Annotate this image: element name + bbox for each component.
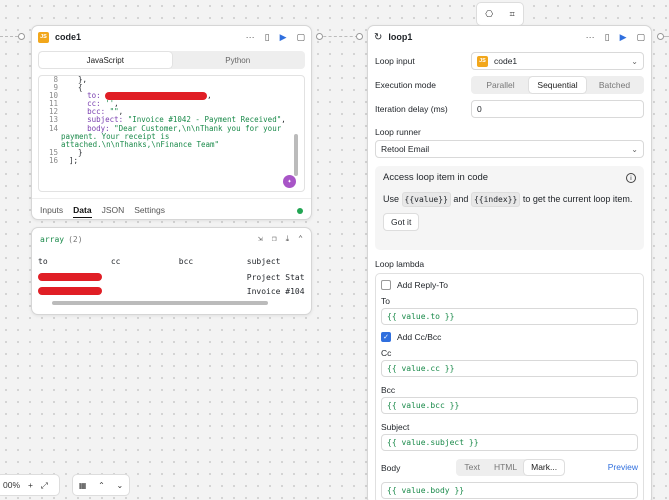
more-icon[interactable]: ··· [246,32,255,42]
tab-inputs[interactable]: Inputs [40,205,63,218]
redacted-email [105,92,208,101]
more-icon[interactable]: ··· [586,32,595,42]
add-cc-bcc-row: ✓ Add Cc/Bcc [381,329,638,345]
graph-icon[interactable]: ⎔ [485,9,493,20]
play-icon[interactable]: ▶ [280,32,287,43]
tab-javascript[interactable]: JavaScript [39,52,172,68]
editor-scrollbar[interactable] [294,134,298,176]
play-icon[interactable]: ▶ [620,32,627,43]
loop-lambda-label: Loop lambda [375,259,425,269]
iteration-delay-input[interactable]: 0 [471,100,644,118]
tab-json[interactable]: JSON [102,205,125,218]
preview-link[interactable]: Preview [608,462,638,472]
zoom-level[interactable]: 00% [3,480,20,490]
subject-field[interactable]: {{ value.subject }} [381,434,638,451]
loop-lambda-config: Add Reply-To To {{ value.to }} ✓ Add Cc/… [375,273,644,500]
table-header: to cc bcc subject [38,256,281,266]
redacted-email [38,273,102,281]
output-tabs: Inputs Data JSON Settings [32,198,311,218]
panel-icon[interactable]: ▯ [265,32,270,43]
code1-header: JS code1 ··· ▯ ▶ ▢ [32,26,311,48]
chevron-down-icon: ⌄ [631,144,638,154]
code-editor[interactable]: 8 9 10 11 12 13 14 15 16 }, { to: , cc: … [38,75,305,192]
redacted-email [38,287,102,295]
body-format-toggle: Text HTML Mark... [456,458,566,476]
code1-block[interactable]: JS code1 ··· ▯ ▶ ▢ JavaScript Python 8 9… [31,25,312,220]
javascript-icon: JS [38,31,49,43]
iteration-delay-row: Iteration delay (ms) 0 [375,98,644,120]
code-content: }, { to: , cc: '', bcc: "", subject: "In… [61,75,286,165]
mode-sequential[interactable]: Sequential [529,77,586,93]
format-markdown[interactable]: Mark... [524,459,565,475]
body-row: Body Text HTML Mark... Preview [381,458,638,476]
code1-output-handle[interactable] [316,33,323,40]
collapse-icon[interactable]: ▢ [636,32,645,43]
add-reply-to-checkbox[interactable] [381,280,391,290]
code1-input-handle[interactable] [18,33,25,40]
loop-input-row: Loop input JS code1 ⌄ [375,50,644,72]
got-it-button[interactable]: Got it [383,213,420,231]
assist-icon[interactable]: ✦ [283,175,296,188]
data-preview-panel: array (2) ⇲ ❐ ⤓ ⌃ to cc bcc subject Proj… [31,227,312,315]
download-icon[interactable]: ⤓ [286,234,290,244]
block-title[interactable]: code1 [55,32,81,42]
table-scrollbar[interactable] [52,301,268,305]
chevron-down-icon: ⌄ [631,56,638,66]
result-type: array [40,234,65,244]
result-table: to cc bcc subject Project Stat Invoice #… [32,254,311,298]
execution-mode-row: Execution mode Parallel Sequential Batch… [375,74,644,96]
chevron-up-icon[interactable]: ⌃ [98,481,105,490]
copy-icon[interactable]: ❐ [272,234,277,244]
tab-python[interactable]: Python [172,52,305,68]
loop1-block[interactable]: ↻ loop1 ··· ▯ ▶ ▢ Loop input JS code1 ⌄ … [367,25,652,500]
javascript-icon: JS [477,55,488,67]
loop-runner-label: Loop runner [375,127,421,137]
language-tabs: JavaScript Python [38,51,305,69]
expand-icon[interactable]: ⇲ [258,234,263,244]
format-html[interactable]: HTML [487,460,524,475]
block-title[interactable]: loop1 [388,32,412,42]
cc-field[interactable]: {{ value.cc }} [381,360,638,377]
mode-batched[interactable]: Batched [586,77,643,93]
bcc-field[interactable]: {{ value.bcc }} [381,397,638,414]
tab-data[interactable]: Data [73,205,92,218]
add-reply-to-row: Add Reply-To [381,277,638,293]
loop1-output-handle[interactable] [657,33,664,40]
collapse-icon[interactable]: ▢ [296,32,305,43]
info-icon[interactable]: i [626,173,636,183]
edge-left [0,36,18,37]
fit-icon[interactable]: ⤢ [41,480,48,491]
loop-input-select[interactable]: JS code1 ⌄ [471,52,644,70]
line-gutter: 8 9 10 11 12 13 14 15 16 [48,75,58,165]
table-row: Project Stat [38,270,305,284]
table-row: Invoice #104 [38,284,305,298]
edge-code1-to-loop1 [318,36,358,37]
collapse-icon[interactable]: ⌃ [298,234,303,244]
loop-icon: ↻ [374,31,383,43]
loop-runner-select[interactable]: Retool Email ⌄ [375,140,644,158]
to-field[interactable]: {{ value.to }} [381,308,638,325]
body-field[interactable]: {{ value.body }} [381,482,638,499]
loop-item-info: Access loop item in code i Use {{value}}… [375,166,644,250]
grid-icon[interactable]: ▦ [79,481,87,490]
crop-icon[interactable]: ⌗ [510,9,515,20]
panel-icon[interactable]: ▯ [605,32,610,43]
zoom-control: 00% + ⤢ [0,474,60,496]
chevron-down-icon[interactable]: ⌄ [116,481,123,490]
status-ok-icon [297,208,303,214]
canvas-top-toolbar: ⎔ ⌗ [476,2,524,26]
format-text[interactable]: Text [457,460,487,475]
execution-mode-toggle: Parallel Sequential Batched [471,76,644,94]
canvas-bottom-toolbar: ▦ ⌃ ⌄ [72,474,130,496]
loop1-input-handle[interactable] [356,33,363,40]
zoom-in-button[interactable]: + [28,480,33,490]
tab-settings[interactable]: Settings [134,205,165,218]
loop1-header: ↻ loop1 ··· ▯ ▶ ▢ [368,26,651,48]
add-cc-bcc-checkbox[interactable]: ✓ [381,332,391,342]
edge-right [664,36,669,37]
result-count: (2) [68,234,83,244]
mode-parallel[interactable]: Parallel [472,77,529,93]
